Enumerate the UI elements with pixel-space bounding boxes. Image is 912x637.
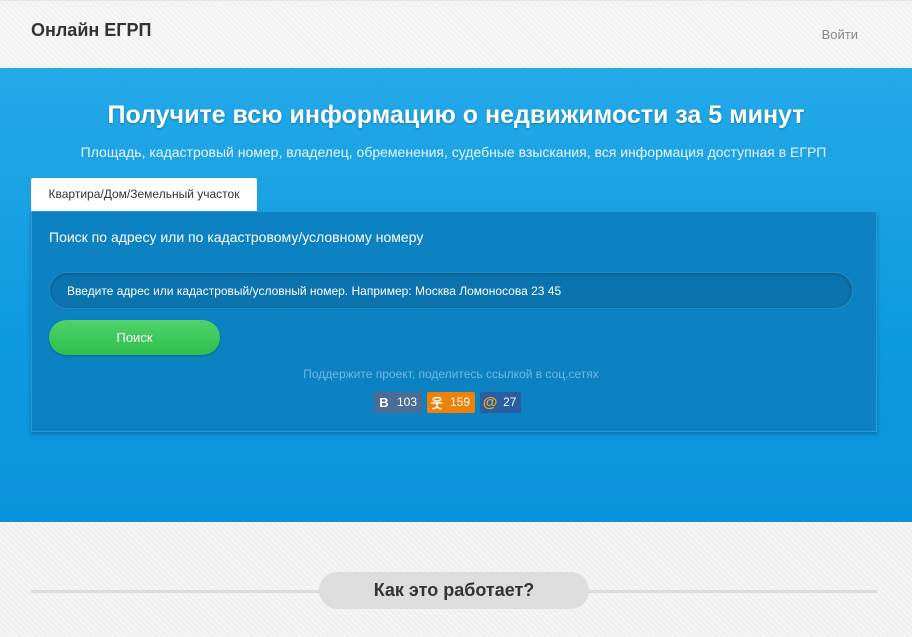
share-buttons: В 103 웃 159 @ 27: [374, 392, 522, 414]
search-input[interactable]: [49, 272, 853, 309]
share-count: 27: [503, 395, 517, 409]
how-it-works-heading: Как это работает?: [319, 572, 589, 609]
share-mail-button[interactable]: @ 27: [480, 392, 522, 413]
search-button[interactable]: Поиск: [49, 320, 220, 355]
hero-title: Получите всю информацию о недвижимости з…: [107, 101, 805, 129]
site-brand[interactable]: Онлайн ЕГРП: [31, 20, 151, 41]
mail-ru-icon: @: [482, 394, 498, 411]
odnoklassniki-icon: 웃: [431, 396, 444, 411]
login-link[interactable]: Войти: [822, 27, 858, 42]
share-count: 159: [450, 395, 471, 409]
hero-subtitle: Площадь, кадастровый номер, владелец, об…: [80, 144, 827, 160]
search-panel: Поиск по адресу или по кадастровому/усло…: [31, 211, 877, 432]
how-it-works-section: Как это работает?: [0, 522, 912, 637]
hero-section: Получите всю информацию о недвижимости з…: [0, 68, 912, 522]
share-vk-button[interactable]: В 103: [374, 392, 423, 413]
tab-property[interactable]: Квартира/Дом/Земельный участок: [31, 178, 257, 211]
share-ok-button[interactable]: 웃 159: [427, 392, 476, 413]
share-prompt: Поддержите проект, поделитесь ссылкой в …: [303, 367, 599, 381]
vk-icon: В: [379, 395, 389, 410]
search-label: Поиск по адресу или по кадастровому/усло…: [49, 229, 424, 245]
share-count: 103: [397, 395, 418, 409]
top-header: Онлайн ЕГРП Войти: [0, 0, 912, 68]
